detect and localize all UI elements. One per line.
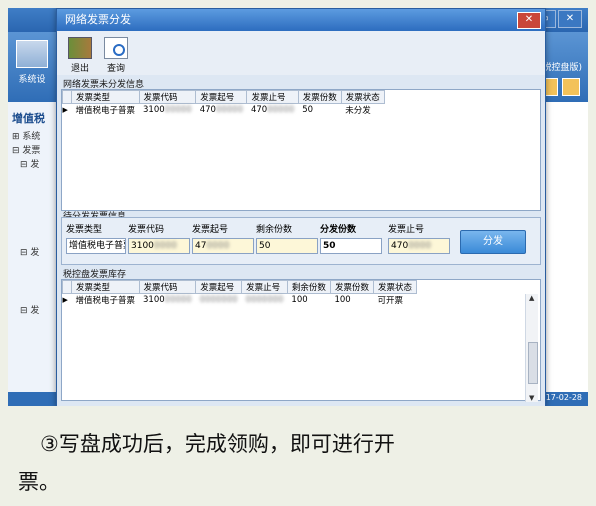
column-header[interactable]: 发票类型: [71, 90, 140, 104]
end-field-text: 470: [391, 241, 409, 251]
system-settings-button[interactable]: 系统设: [12, 40, 52, 85]
distribute-count-field[interactable]: 50: [320, 238, 382, 254]
cell-end: 0000000: [242, 294, 288, 307]
column-header[interactable]: 发票止号: [241, 280, 288, 294]
left-nav: 增值税 ⊞ 系统 ⊟ 发票 ⊟ 发 ⊟ 发 ⊟ 发: [8, 102, 57, 392]
column-header[interactable]: 发票代码: [138, 90, 197, 104]
query-icon: [104, 37, 128, 59]
cell-code: 310000000: [139, 104, 196, 117]
invoice-distribution-dialog: 网络发票分发 ✕ 退出 查询 网络发票未分发信息 发票类型 发票代码 发票起号: [56, 8, 546, 406]
nav-tree-item[interactable]: ⊞ 系统: [12, 130, 40, 144]
redaction: 0000: [206, 241, 230, 251]
redaction: 0000000: [199, 295, 238, 305]
column-header[interactable]: 发票份数: [329, 280, 374, 294]
dialog-close-button[interactable]: ✕: [517, 12, 541, 29]
undistributed-table: 发票类型 发票代码 发票起号 发票止号 发票份数 发票状态 ▶ 增值税电子普票 …: [61, 89, 541, 211]
inventory-scrollbar[interactable]: ▲ ▼: [525, 294, 538, 402]
left-nav-title: 增值税: [12, 112, 45, 125]
remaining-field[interactable]: 50: [256, 238, 318, 254]
column-header[interactable]: 发票状态: [340, 90, 385, 104]
column-header[interactable]: 发票起号: [195, 90, 248, 104]
query-button[interactable]: 查询: [99, 37, 133, 74]
start-label: 发票起号: [192, 225, 229, 235]
nav-tree-item[interactable]: ⊟ 发票: [12, 144, 40, 158]
caption-line-1: ③写盘成功后，完成领购，即可进行开: [40, 432, 395, 456]
cell-code-text: 3100: [143, 295, 165, 305]
redaction: 0000: [153, 241, 177, 251]
column-header[interactable]: 剩余份数: [286, 280, 331, 294]
redaction: 00000: [215, 105, 243, 115]
column-header[interactable]: 发票止号: [246, 90, 299, 104]
exit-button[interactable]: 退出: [63, 37, 97, 74]
remaining-label: 剩余份数: [256, 225, 293, 235]
scroll-down-icon[interactable]: ▼: [529, 394, 534, 402]
nav-tree-item[interactable]: ⊟ 发: [12, 158, 40, 172]
system-settings-label: 系统设: [18, 75, 46, 85]
column-header[interactable]: 发票起号: [195, 280, 243, 294]
redaction: 0000: [408, 241, 432, 251]
cell-remaining: 100: [291, 295, 308, 305]
status-date: 17-02-28: [545, 393, 582, 402]
table-row[interactable]: ▶ 增值税电子普票 310000000 47000000 47000000 50…: [62, 104, 385, 117]
distribute-button[interactable]: 分发: [460, 230, 526, 254]
inventory-grid: 发票类型 发票代码 发票起号 发票止号 剩余份数 发票份数 发票状态 ▶ 增值税…: [62, 280, 417, 306]
code-field[interactable]: 31000000: [128, 238, 190, 254]
redaction: 0000000: [245, 295, 284, 305]
redaction: 00000: [164, 295, 192, 305]
cell-code-text: 3100: [143, 105, 165, 115]
exit-icon: [68, 37, 92, 59]
main-right-tools: [540, 78, 580, 96]
start-field[interactable]: 470000: [192, 238, 254, 254]
nav-tree-item[interactable]: ⊟ 发: [12, 304, 40, 318]
column-header[interactable]: 发票状态: [372, 280, 417, 294]
main-close-button[interactable]: ✕: [558, 10, 582, 28]
row-marker-header: [62, 90, 72, 104]
system-settings-icon: [16, 40, 48, 68]
redaction: 00000: [267, 105, 295, 115]
cell-end-text: 470: [250, 105, 268, 115]
column-header[interactable]: 发票份数: [297, 90, 342, 104]
exit-label: 退出: [70, 64, 89, 74]
cell-end: 47000000: [247, 104, 298, 117]
undistributed-grid: 发票类型 发票代码 发票起号 发票止号 发票份数 发票状态 ▶ 增值税电子普票 …: [62, 90, 385, 116]
cell-type: 增值税电子普票: [75, 296, 136, 306]
cell-start-text: 470: [199, 105, 216, 115]
end-label: 发票止号: [388, 225, 425, 235]
cell-type: 增值税电子普票: [75, 106, 136, 116]
row-marker-header: [62, 280, 72, 294]
column-header[interactable]: 发票代码: [138, 280, 197, 294]
table-row[interactable]: ▶ 增值税电子普票 310000000 0000000 0000000 100 …: [62, 294, 417, 307]
row-pointer-icon: ▶: [62, 296, 68, 304]
row-pointer-icon: ▶: [62, 106, 68, 114]
dialog-title: 网络发票分发: [65, 13, 131, 26]
query-label: 查询: [106, 64, 125, 74]
caption-line-2: 票。: [18, 470, 60, 494]
cell-code: 310000000: [139, 294, 196, 307]
pending-panel: 发票类型 发票代码 发票起号 剩余份数 分发份数 发票止号 增值税电子普票 31…: [61, 217, 541, 265]
cell-count: 50: [302, 105, 314, 115]
end-field[interactable]: 4700000: [388, 238, 450, 254]
cell-status: 可开票: [377, 296, 403, 306]
cell-count: 100: [334, 295, 351, 305]
distribute-count-label: 分发份数: [320, 225, 357, 235]
dialog-toolbar: 退出 查询: [57, 31, 545, 75]
cell-status: 未分发: [345, 106, 371, 116]
tool-icon[interactable]: [562, 78, 580, 96]
nav-tree-item[interactable]: ⊟ 发: [12, 246, 40, 260]
cell-start: 0000000: [196, 294, 242, 307]
inventory-table: 发票类型 发票代码 发票起号 发票止号 剩余份数 发票份数 发票状态 ▶ 增值税…: [61, 279, 541, 402]
type-label: 发票类型: [66, 225, 103, 235]
scroll-thumb[interactable]: [528, 342, 538, 384]
screenshot-area: ▭ ✕ 系统设 (税控盘版) 增值税 ⊞ 系统 ⊟ 发票 ⊟ 发 ⊟ 发 ⊟ 发…: [8, 8, 588, 406]
code-label: 发票代码: [128, 225, 165, 235]
code-field-text: 3100: [131, 241, 154, 251]
type-field[interactable]: 增值税电子普票: [66, 238, 126, 254]
nav-tree: ⊞ 系统 ⊟ 发票 ⊟ 发 ⊟ 发 ⊟ 发: [12, 130, 40, 318]
redaction: 00000: [164, 105, 192, 115]
start-field-text: 47: [195, 241, 207, 251]
cell-start: 47000000: [196, 104, 247, 117]
column-header[interactable]: 发票类型: [71, 280, 140, 294]
dialog-titlebar: 网络发票分发 ✕: [57, 9, 545, 31]
scroll-up-icon[interactable]: ▲: [529, 294, 534, 302]
